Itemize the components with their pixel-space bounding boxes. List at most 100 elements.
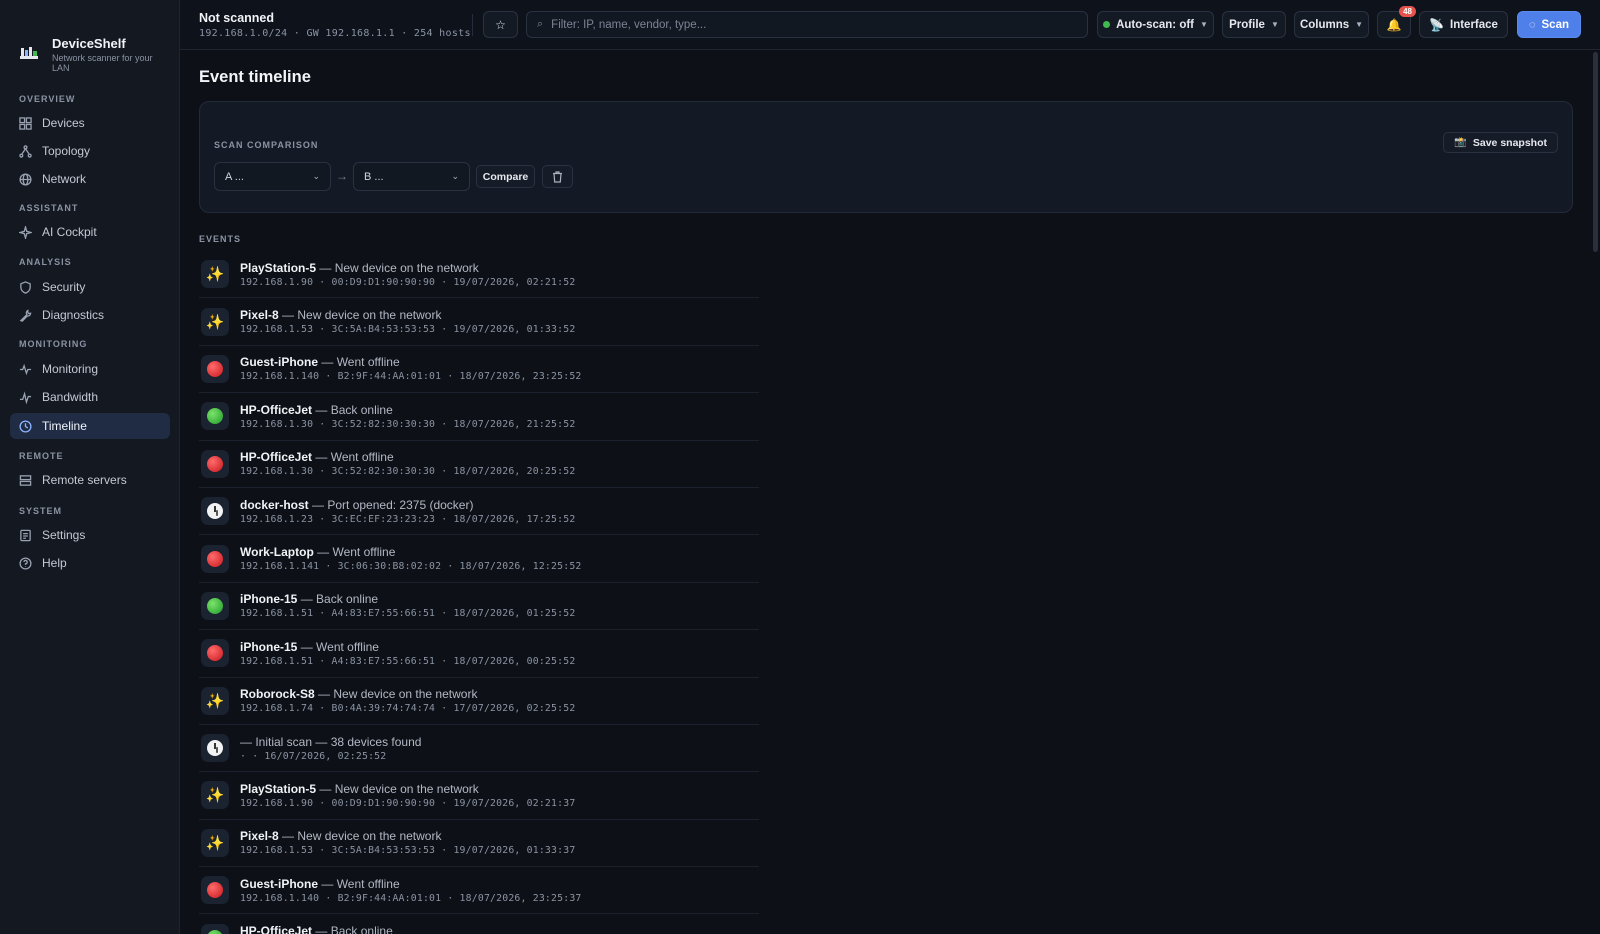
event-title: Work-Laptop — Went offline xyxy=(240,545,582,559)
delete-button[interactable] xyxy=(542,165,573,188)
sidebar-item-help[interactable]: Help xyxy=(10,550,170,576)
search-input[interactable] xyxy=(551,18,1052,31)
autoscan-button[interactable]: Auto-scan: off ▼ xyxy=(1097,11,1214,38)
scan-comparison-label: SCAN COMPARISON xyxy=(214,140,319,150)
scan-b-select[interactable]: B ... ⌄ xyxy=(353,162,470,191)
event-row[interactable]: ✨ Pixel-8 — New device on the network 192.… xyxy=(199,298,759,346)
scan-status: Not scanned 192.168.1.0/24 · GW 192.168.… xyxy=(199,11,471,39)
event-time: 19/07/2026, 02:21:37 xyxy=(453,797,576,809)
event-meta: 192.168.1.53 · 3C:5A:B4:53:53:53 · 19/07… xyxy=(240,845,576,857)
settings-icon xyxy=(20,529,31,541)
green-circle-icon xyxy=(201,923,229,934)
scan-b-value: B ... xyxy=(364,170,384,183)
event-row[interactable]: ✨ Pixel-8 — New device on the network 192.… xyxy=(199,820,759,868)
event-device-name: docker-host xyxy=(240,497,309,512)
columns-button[interactable]: Columns ▼ xyxy=(1294,11,1369,38)
notifications-button[interactable]: 🔔 48 xyxy=(1377,6,1416,38)
sidebar-item-topology[interactable]: Topology xyxy=(10,138,170,164)
brand-subtitle: Network scanner for your LAN xyxy=(52,53,153,73)
event-list: ✨ PlayStation-5 — New device on the netwo… xyxy=(199,251,759,934)
green-circle-icon xyxy=(201,591,229,620)
scrollbar[interactable] xyxy=(1593,52,1598,252)
sidebar-item-devices[interactable]: Devices xyxy=(10,110,170,136)
event-row[interactable]: HP-OfficeJet — Went offline 192.168.1.30 … xyxy=(199,441,759,488)
event-time: 18/07/2026, 23:25:52 xyxy=(459,371,582,383)
scan-comparison-card: SCAN COMPARISON 📸 Save snapshot A ... ⌄ … xyxy=(199,101,1573,213)
sidebar-item-remote-servers[interactable]: Remote servers xyxy=(10,467,170,493)
event-mac: 3C:5A:B4:53:53:53 xyxy=(331,324,436,336)
event-row[interactable]: — Initial scan — 38 devices found · · 16… xyxy=(199,725,759,773)
topbar: Not scanned 192.168.1.0/24 · GW 192.168.… xyxy=(180,0,1600,50)
event-description: — Initial scan — 38 devices found xyxy=(240,734,422,749)
event-time: 16/07/2026, 02:25:52 xyxy=(264,750,387,762)
event-row[interactable]: Guest-iPhone — Went offline 192.168.1.140… xyxy=(199,346,759,394)
event-time: 18/07/2026, 17:25:52 xyxy=(453,513,576,525)
event-mac: B2:9F:44:AA:01:01 xyxy=(337,371,442,383)
sidebar-item-network[interactable]: Network xyxy=(10,166,170,192)
event-meta: 192.168.1.53 · 3C:5A:B4:53:53:53 · 19/07… xyxy=(240,324,576,336)
favorite-button[interactable]: ☆ xyxy=(483,11,518,38)
scan-meta: 192.168.1.0/24 · GW 192.168.1.1 · 254 ho… xyxy=(199,28,471,39)
interface-label: Interface xyxy=(1450,18,1498,31)
sidebar-item-settings[interactable]: Settings xyxy=(10,522,170,548)
sidebar-item-diagnostics[interactable]: Diagnostics xyxy=(10,302,170,328)
event-description: — Went offline xyxy=(300,639,379,654)
event-ip: 192.168.1.30 xyxy=(240,466,314,478)
sidebar-item-label: Bandwidth xyxy=(42,390,99,404)
event-description: — New device on the network xyxy=(319,781,479,796)
event-row[interactable]: ✨ PlayStation-5 — New device on the netwo… xyxy=(199,772,759,820)
event-row[interactable]: ✨ Roborock-S8 — New device on the network… xyxy=(199,678,759,725)
event-description: — Back online xyxy=(315,924,393,934)
section-monitoring: MONITORING xyxy=(19,339,88,349)
sidebar-item-security[interactable]: Security xyxy=(10,274,170,300)
compare-button[interactable]: Compare xyxy=(476,165,535,188)
event-body: PlayStation-5 — New device on the networ… xyxy=(240,782,575,809)
event-row[interactable]: ✨ PlayStation-5 — New device on the netwo… xyxy=(199,251,759,299)
globe-icon xyxy=(19,172,32,186)
divider xyxy=(472,14,473,36)
event-row[interactable]: iPhone-15 — Went offline 192.168.1.51 · A… xyxy=(199,630,759,678)
sidebar-item-bandwidth[interactable]: Bandwidth xyxy=(10,384,170,410)
events-label: EVENTS xyxy=(199,234,242,244)
profile-button[interactable]: Profile ▼ xyxy=(1222,11,1286,38)
event-row[interactable]: HP-OfficeJet — Back online 192.168.1.30 ·… xyxy=(199,393,759,441)
event-mac: 3C:5A:B4:53:53:53 xyxy=(331,845,436,857)
event-body: Guest-iPhone — Went offline 192.168.1.140… xyxy=(240,877,582,904)
event-row[interactable]: Guest-iPhone — Went offline 192.168.1.140… xyxy=(199,867,759,915)
event-meta: 192.168.1.141 · 3C:06:30:B8:02:02 · 18/0… xyxy=(240,561,582,573)
search-box[interactable]: ⌕ xyxy=(526,11,1088,38)
scan-a-select[interactable]: A ... ⌄ xyxy=(214,162,331,191)
event-row[interactable]: Work-Laptop — Went offline 192.168.1.141 … xyxy=(199,535,759,583)
event-time: 19/07/2026, 01:33:37 xyxy=(453,845,576,857)
save-snapshot-button[interactable]: 📸 Save snapshot xyxy=(1443,132,1558,153)
event-mac: 3C:EC:EF:23:23:23 xyxy=(331,513,436,525)
section-assistant: ASSISTANT xyxy=(19,203,79,213)
sidebar-item-ai-cockpit[interactable]: AI Cockpit xyxy=(10,219,170,245)
sidebar-item-monitoring[interactable]: Monitoring xyxy=(10,356,170,382)
event-mac: 00:D9:D1:90:90:90 xyxy=(331,276,436,288)
event-row[interactable]: HP-OfficeJet — Back online · · xyxy=(199,914,759,934)
interface-button[interactable]: 📡 Interface xyxy=(1419,11,1508,38)
event-title: HP-OfficeJet — Went offline xyxy=(240,450,575,464)
brand[interactable]: DeviceShelf Network scanner for your LAN xyxy=(18,36,162,73)
event-title: Roborock-S8 — New device on the network xyxy=(240,687,575,701)
red-circle-icon xyxy=(201,876,229,905)
arrow-right-icon: → xyxy=(336,169,348,183)
event-time: 18/07/2026, 01:25:52 xyxy=(453,608,576,620)
sidebar-item-timeline[interactable]: Timeline xyxy=(10,413,170,439)
event-body: PlayStation-5 — New device on the networ… xyxy=(240,261,575,288)
scan-button[interactable]: ◌ Scan xyxy=(1517,11,1581,38)
sidebar-item-label: Timeline xyxy=(42,419,87,433)
event-time: 19/07/2026, 01:33:52 xyxy=(453,324,576,336)
trash-icon xyxy=(553,170,562,183)
event-description: — New device on the network xyxy=(282,308,442,323)
scan-icon: ◌ xyxy=(1528,18,1536,31)
event-row[interactable]: iPhone-15 — Back online 192.168.1.51 · A4… xyxy=(199,583,759,631)
event-device-name: Work-Laptop xyxy=(240,545,314,560)
event-row[interactable]: docker-host — Port opened: 2375 (docker)… xyxy=(199,488,759,536)
sidebar-item-label: Settings xyxy=(42,528,86,542)
event-mac: 3C:52:82:30:30:30 xyxy=(331,418,436,430)
event-ip: 192.168.1.51 xyxy=(240,655,314,667)
page-title: Event timeline xyxy=(199,68,311,86)
chevron-down-icon: ▼ xyxy=(1270,20,1279,29)
